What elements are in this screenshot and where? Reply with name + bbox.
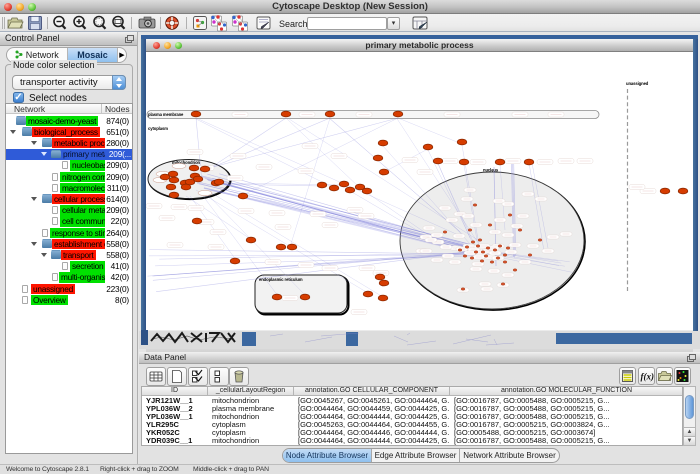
svg-text:plasma membrane: plasma membrane [148, 112, 184, 117]
svg-text:cytoplasm: cytoplasm [148, 126, 168, 131]
svg-text:unassigned: unassigned [626, 81, 649, 86]
svg-text:f(x): f(x) [641, 372, 655, 382]
svg-text:nucleus: nucleus [483, 168, 499, 173]
